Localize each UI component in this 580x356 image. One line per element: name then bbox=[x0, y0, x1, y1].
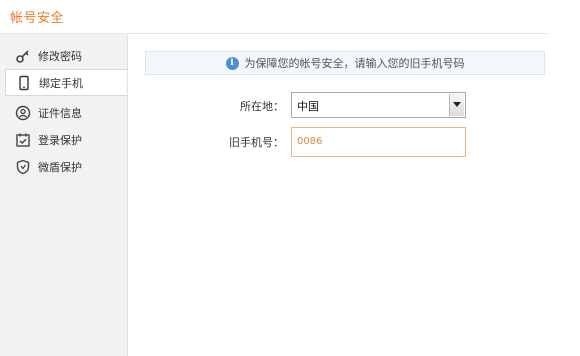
info-notice: i 为保障您的帐号安全，请输入您的旧手机号码 bbox=[145, 51, 545, 75]
sidebar: 修改密码 绑定手机 证件信息 登录保护 微盾保护 bbox=[0, 34, 128, 356]
info-icon: i bbox=[225, 56, 239, 70]
account-security-page: 帐号安全 修改密码 绑定手机 证件信息 登录保护 微盾保护 i 为保障您的帐号安… bbox=[0, 0, 580, 356]
phone-icon bbox=[15, 74, 33, 92]
sidebar-item-label: 登录保护 bbox=[38, 134, 82, 147]
header-bar: 帐号安全 bbox=[0, 0, 548, 34]
sidebar-item-login-protection[interactable]: 登录保护 bbox=[0, 126, 127, 154]
sidebar-item-shield-protection[interactable]: 微盾保护 bbox=[0, 153, 127, 181]
calendar-check-icon bbox=[14, 131, 32, 149]
sidebar-item-label: 微盾保护 bbox=[38, 161, 82, 174]
old-phone-input-value: 0086 bbox=[297, 136, 323, 147]
shield-icon bbox=[14, 158, 32, 176]
location-select[interactable]: 中国 bbox=[291, 92, 466, 118]
key-icon bbox=[14, 47, 32, 65]
id-card-icon bbox=[14, 104, 32, 122]
chevron-down-icon[interactable] bbox=[449, 94, 464, 116]
location-label: 所在地： bbox=[240, 100, 284, 113]
sidebar-item-label: 绑定手机 bbox=[39, 76, 83, 90]
sidebar-item-change-password[interactable]: 修改密码 bbox=[0, 42, 127, 70]
notice-text: 为保障您的帐号安全，请输入您的旧手机号码 bbox=[244, 57, 465, 70]
sidebar-item-label: 修改密码 bbox=[38, 50, 82, 63]
old-phone-input[interactable]: 0086 bbox=[291, 127, 466, 157]
location-select-value: 中国 bbox=[297, 100, 319, 113]
old-phone-label: 旧手机号： bbox=[229, 136, 284, 149]
page-title: 帐号安全 bbox=[10, 11, 65, 26]
sidebar-item-id-info[interactable]: 证件信息 bbox=[0, 99, 127, 127]
sidebar-item-bind-phone[interactable]: 绑定手机 bbox=[5, 69, 127, 96]
sidebar-item-label: 证件信息 bbox=[38, 107, 82, 120]
